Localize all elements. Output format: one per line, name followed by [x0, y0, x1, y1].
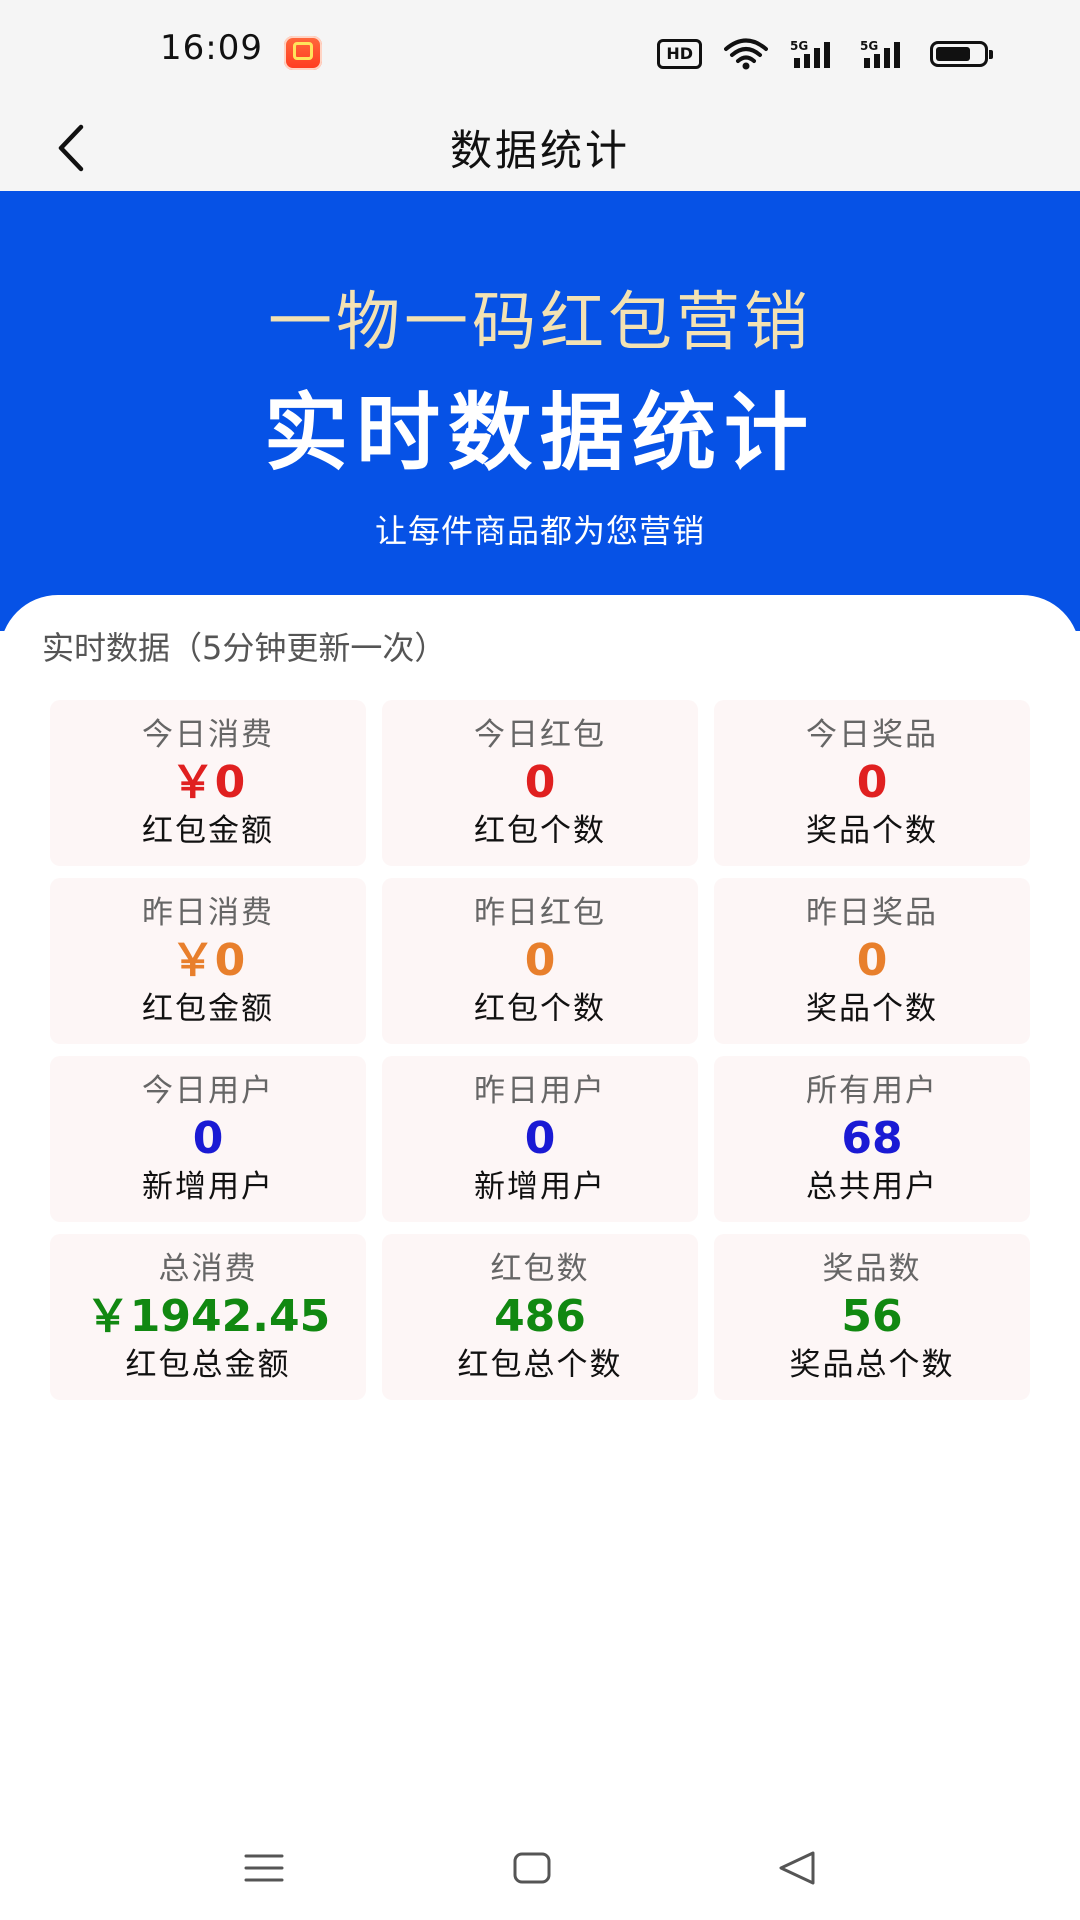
stat-card: 总消费 ￥1942.45 红包总金额 — [50, 1234, 366, 1400]
stat-title: 总消费 — [158, 1251, 258, 1287]
recent-apps-button[interactable] — [229, 1833, 299, 1903]
stat-subtitle: 奖品总个数 — [789, 1347, 955, 1383]
home-button[interactable] — [497, 1833, 567, 1903]
stat-title: 昨日奖品 — [806, 895, 938, 931]
stat-title: 今日奖品 — [806, 717, 938, 753]
stat-card: 奖品数 56 奖品总个数 — [714, 1234, 1030, 1400]
stat-subtitle: 红包总金额 — [125, 1347, 291, 1383]
stat-card: 今日消费 ￥0 红包金额 — [50, 700, 366, 866]
stat-card: 今日红包 0 红包个数 — [382, 700, 698, 866]
stat-subtitle: 红包个数 — [474, 991, 606, 1027]
hd-voice-icon: HD — [657, 39, 702, 69]
stat-card: 昨日奖品 0 奖品个数 — [714, 878, 1030, 1044]
stat-subtitle: 总共用户 — [806, 1169, 938, 1205]
system-navigation-bar — [0, 1815, 1080, 1920]
stat-subtitle: 奖品个数 — [806, 991, 938, 1027]
stats-panel: 实时数据（5分钟更新一次） 今日消费 ￥0 红包金额 今日红包 0 红包个数 今日奖品 0 奖品… — [0, 595, 1080, 1815]
stat-subtitle: 红包总个数 — [457, 1347, 623, 1383]
stat-value: 0 — [192, 1113, 224, 1164]
signal-5g-icon: 5G — [790, 39, 830, 68]
page-title: 数据统计 — [449, 126, 630, 175]
stat-title: 昨日消费 — [142, 895, 274, 931]
menu-icon — [244, 1854, 284, 1882]
home-square-icon — [513, 1852, 551, 1884]
stats-grid: 今日消费 ￥0 红包金额 今日红包 0 红包个数 今日奖品 0 奖品个数 昨日消费 ￥0 红包金额 昨日… — [50, 700, 1030, 1400]
stat-value: 68 — [841, 1113, 903, 1164]
stat-value: 0 — [524, 1113, 556, 1164]
stat-title: 今日红包 — [474, 717, 606, 753]
stat-subtitle: 红包个数 — [474, 813, 606, 849]
hero-tagline: 一物一码红包营销 — [268, 286, 812, 360]
stat-card: 昨日用户 0 新增用户 — [382, 1056, 698, 1222]
taobao-app-icon — [284, 36, 322, 70]
stat-value: ￥0 — [170, 935, 246, 986]
stat-value: 0 — [856, 757, 888, 808]
stat-card: 今日奖品 0 奖品个数 — [714, 700, 1030, 866]
stat-card: 所有用户 68 总共用户 — [714, 1056, 1030, 1222]
network-type-label: 5G — [790, 39, 808, 53]
stat-card: 今日用户 0 新增用户 — [50, 1056, 366, 1222]
back-triangle-icon — [779, 1851, 815, 1885]
status-bar: 16:09 HD 5G 5G — [0, 0, 1080, 105]
stat-value: 56 — [841, 1291, 903, 1342]
navigation-bar: 数据统计 — [0, 105, 1080, 191]
stat-value: 486 — [494, 1291, 586, 1342]
status-time: 16:09 — [160, 28, 263, 68]
hero-banner: 一物一码红包营销 实时数据统计 让每件商品都为您营销 — [0, 191, 1080, 631]
stat-subtitle: 红包金额 — [142, 991, 274, 1027]
stat-title: 奖品数 — [822, 1251, 922, 1287]
stat-value: ￥1942.45 — [85, 1291, 331, 1342]
hero-headline: 实时数据统计 — [263, 384, 816, 482]
hero-subtitle: 让每件商品都为您营销 — [374, 512, 705, 550]
wifi-icon — [724, 38, 768, 70]
stat-subtitle: 红包金额 — [142, 813, 274, 849]
stat-card: 昨日红包 0 红包个数 — [382, 878, 698, 1044]
signal-5g-icon-2: 5G — [860, 39, 900, 68]
stat-value: 0 — [524, 935, 556, 986]
stat-title: 红包数 — [490, 1251, 590, 1287]
network-type-label-2: 5G — [860, 39, 878, 53]
stat-subtitle: 新增用户 — [474, 1169, 606, 1205]
stat-subtitle: 奖品个数 — [806, 813, 938, 849]
stat-card: 昨日消费 ￥0 红包金额 — [50, 878, 366, 1044]
stat-value: 0 — [524, 757, 556, 808]
stat-title: 今日消费 — [142, 717, 274, 753]
stat-value: ￥0 — [170, 757, 246, 808]
stat-subtitle: 新增用户 — [142, 1169, 274, 1205]
stat-value: 0 — [856, 935, 888, 986]
stat-title: 今日用户 — [142, 1073, 274, 1109]
battery-icon — [930, 41, 993, 67]
system-back-button[interactable] — [762, 1833, 832, 1903]
stat-title: 昨日用户 — [474, 1073, 606, 1109]
stat-title: 所有用户 — [806, 1073, 938, 1109]
status-indicators: HD 5G 5G — [657, 36, 993, 72]
stat-card: 红包数 486 红包总个数 — [382, 1234, 698, 1400]
stat-title: 昨日红包 — [474, 895, 606, 931]
section-title: 实时数据（5分钟更新一次） — [42, 629, 447, 667]
